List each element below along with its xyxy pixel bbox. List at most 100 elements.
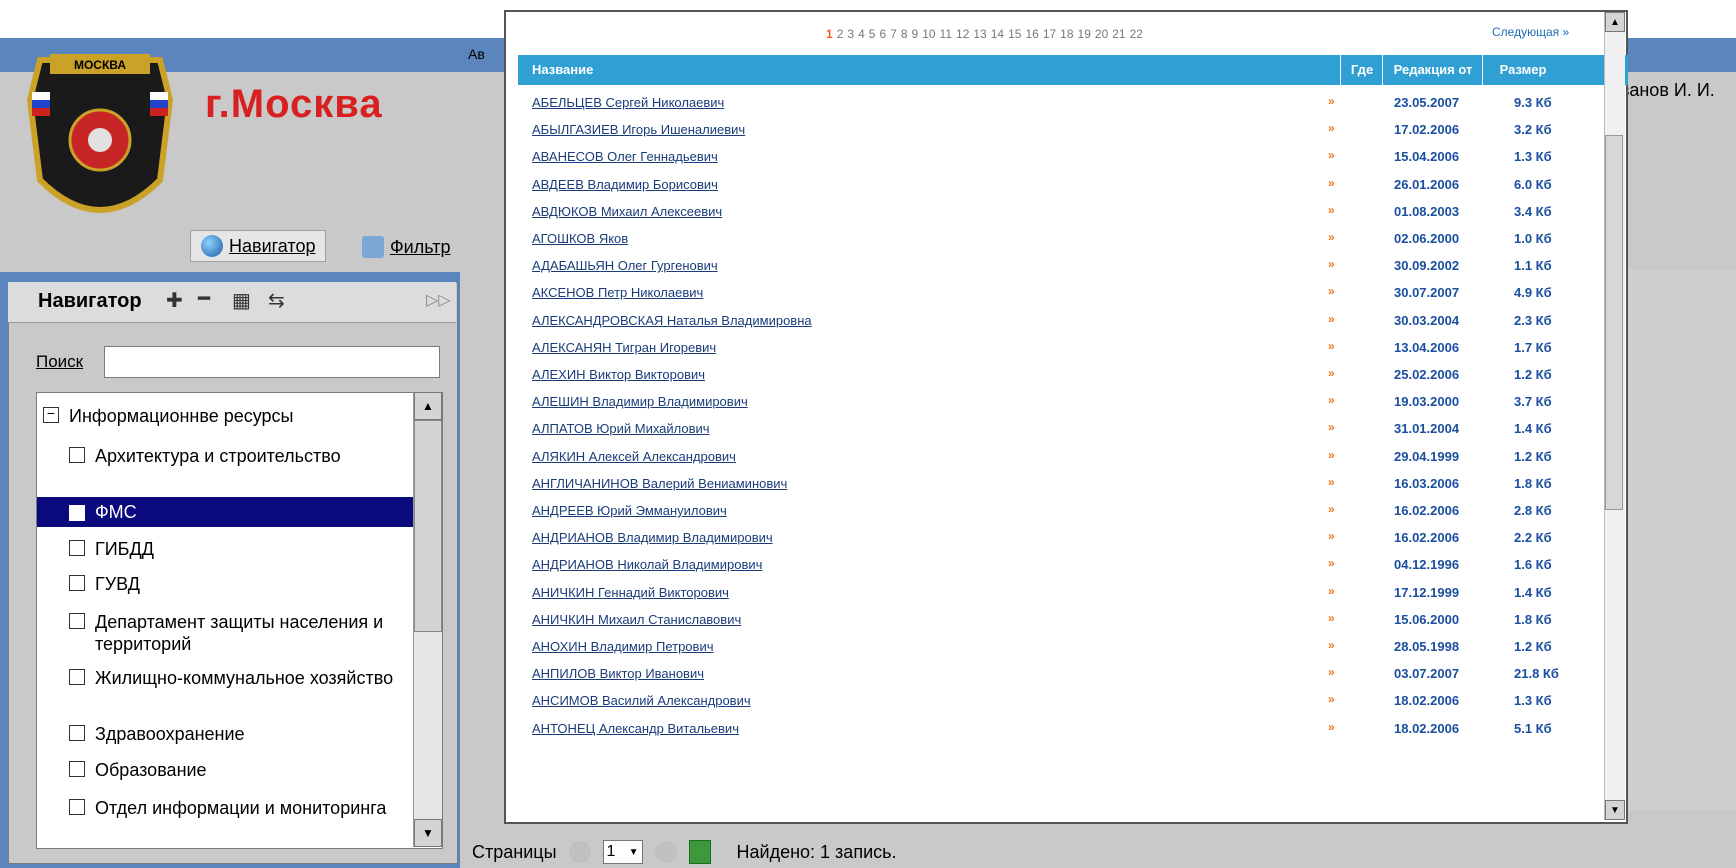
location-arrow-icon[interactable]: » — [1328, 393, 1335, 407]
person-name-link[interactable]: АГОШКОВ Яков — [532, 231, 628, 246]
column-header-size[interactable]: Размер — [1482, 55, 1563, 85]
search-input[interactable] — [104, 346, 440, 378]
scrollbar-thumb[interactable] — [414, 420, 442, 632]
page-number-link[interactable]: 7 — [890, 27, 897, 41]
page-number-link[interactable]: 9 — [912, 27, 919, 41]
page-number-link[interactable]: 8 — [901, 27, 908, 41]
checkbox[interactable] — [69, 725, 85, 741]
content-scrollbar[interactable] — [1620, 270, 1736, 810]
page-number-link[interactable]: 16 — [1025, 27, 1038, 41]
location-arrow-icon[interactable]: » — [1328, 148, 1335, 162]
page-number-link[interactable]: 15 — [1008, 27, 1021, 41]
person-name-link[interactable]: АЛЯКИН Алексей Александрович — [532, 449, 736, 464]
location-arrow-icon[interactable]: » — [1328, 94, 1335, 108]
location-arrow-icon[interactable]: » — [1328, 584, 1335, 598]
person-name-link[interactable]: АКСЕНОВ Петр Николаевич — [532, 285, 703, 300]
page-number-link[interactable]: 10 — [922, 27, 935, 41]
page-select[interactable]: 1 ▼ — [602, 840, 643, 864]
page-number-link[interactable]: 2 — [837, 27, 844, 41]
person-name-link[interactable]: АДАБАШЬЯН Олег Гургенович — [532, 258, 718, 273]
location-arrow-icon[interactable]: » — [1328, 230, 1335, 244]
location-arrow-icon[interactable]: » — [1328, 529, 1335, 543]
page-number-link[interactable]: 12 — [956, 27, 969, 41]
page-number-link[interactable]: 22 — [1130, 27, 1143, 41]
person-name-link[interactable]: АНИЧКИН Геннадий Викторович — [532, 585, 729, 600]
location-arrow-icon[interactable]: » — [1328, 339, 1335, 353]
page-number-link[interactable]: 6 — [879, 27, 886, 41]
person-name-link[interactable]: АБЫЛГАЗИЕВ Игорь Ишеналиевич — [532, 122, 745, 137]
location-arrow-icon[interactable]: » — [1328, 475, 1335, 489]
person-name-link[interactable]: АНДРИАНОВ Владимир Владимирович — [532, 530, 773, 545]
location-arrow-icon[interactable]: » — [1328, 720, 1335, 734]
person-name-link[interactable]: АНИЧКИН Михаил Станиславович — [532, 612, 741, 627]
location-arrow-icon[interactable]: » — [1328, 665, 1335, 679]
page-number-link[interactable]: 1 — [826, 27, 833, 41]
filter-button[interactable]: Фильтр — [362, 232, 450, 262]
page-number-link[interactable]: 14 — [991, 27, 1004, 41]
column-header-edition[interactable]: Редакция от — [1382, 55, 1483, 85]
page-number-link[interactable]: 21 — [1112, 27, 1125, 41]
scroll-down-icon[interactable]: ▼ — [1605, 800, 1625, 820]
location-arrow-icon[interactable]: » — [1328, 448, 1335, 462]
location-arrow-icon[interactable]: » — [1328, 176, 1335, 190]
prev-page-icon[interactable] — [568, 841, 591, 863]
expand-all-icon[interactable]: ✚ — [166, 288, 183, 313]
navigator-button[interactable]: Навигатор — [190, 230, 327, 262]
person-name-link[interactable]: АНСИМОВ Василий Александрович — [532, 693, 751, 708]
location-arrow-icon[interactable]: » — [1328, 284, 1335, 298]
person-name-link[interactable]: АЛЕШИН Владимир Владимирович — [532, 394, 748, 409]
page-number-link[interactable]: 17 — [1043, 27, 1056, 41]
location-arrow-icon[interactable]: » — [1328, 692, 1335, 706]
excel-export-icon[interactable] — [688, 840, 711, 864]
tree-item-fms[interactable]: ФМС — [37, 497, 414, 527]
popup-scrollbar-thumb[interactable] — [1605, 135, 1623, 510]
person-name-link[interactable]: АНТОНЕЦ Александр Витальевич — [532, 721, 739, 736]
person-name-link[interactable]: АБЕЛЬЦЕВ Сергей Николаевич — [532, 95, 724, 110]
page-number-link[interactable]: 18 — [1060, 27, 1073, 41]
page-number-link[interactable]: 19 — [1078, 27, 1091, 41]
page-number-link[interactable]: 13 — [973, 27, 986, 41]
person-name-link[interactable]: АЛПАТОВ Юрий Михайлович — [532, 421, 710, 436]
checkbox[interactable] — [69, 613, 85, 629]
properties-icon[interactable]: ▦ — [232, 288, 251, 313]
person-name-link[interactable]: АВДЕЕВ Владимир Борисович — [532, 177, 718, 192]
page-number-link[interactable]: 11 — [940, 27, 952, 41]
checkbox[interactable] — [69, 575, 85, 591]
person-name-link[interactable]: АВДЮКОВ Михаил Алексеевич — [532, 204, 722, 219]
collapse-node-icon[interactable]: − — [43, 406, 59, 423]
refresh-icon[interactable]: ⇆ — [268, 288, 285, 313]
checkbox[interactable] — [69, 799, 85, 815]
person-name-link[interactable]: АНГЛИЧАНИНОВ Валерий Вениаминович — [532, 476, 787, 491]
checkbox[interactable] — [69, 505, 85, 521]
location-arrow-icon[interactable]: » — [1328, 611, 1335, 625]
location-arrow-icon[interactable]: » — [1328, 556, 1335, 570]
location-arrow-icon[interactable]: » — [1328, 638, 1335, 652]
location-arrow-icon[interactable]: » — [1328, 203, 1335, 217]
collapse-panel-icon[interactable]: ▷▷ — [426, 290, 451, 310]
person-name-link[interactable]: АЛЕХИН Виктор Викторович — [532, 367, 705, 382]
person-name-link[interactable]: АНДРЕЕВ Юрий Эммануилович — [532, 503, 727, 518]
tree-item-architecture[interactable]: Архитектура и строительство — [37, 445, 414, 495]
scroll-up-icon[interactable]: ▲ — [1605, 12, 1625, 32]
checkbox[interactable] — [69, 447, 85, 463]
location-arrow-icon[interactable]: » — [1328, 366, 1335, 380]
page-number-link[interactable]: 20 — [1095, 27, 1108, 41]
scroll-up-icon[interactable]: ▲ — [414, 392, 442, 420]
person-name-link[interactable]: АНДРИАНОВ Николай Владимирович — [532, 557, 762, 572]
person-name-link[interactable]: АЛЕКСАНЯН Тигран Игоревич — [532, 340, 716, 355]
location-arrow-icon[interactable]: » — [1328, 121, 1335, 135]
checkbox[interactable] — [69, 669, 85, 685]
checkbox[interactable] — [69, 540, 85, 556]
person-name-link[interactable]: АНПИЛОВ Виктор Иванович — [532, 666, 704, 681]
tree-item-housing[interactable]: Жилищно-коммунальное хозяйство — [37, 667, 414, 713]
collapse-all-icon[interactable]: ━ — [198, 286, 210, 311]
person-name-link[interactable]: АНОХИН Владимир Петрович — [532, 639, 713, 654]
location-arrow-icon[interactable]: » — [1328, 502, 1335, 516]
person-name-link[interactable]: АЛЕКСАНДРОВСКАЯ Наталья Владимировна — [532, 313, 812, 328]
next-page-icon[interactable] — [654, 841, 677, 863]
location-arrow-icon[interactable]: » — [1328, 420, 1335, 434]
location-arrow-icon[interactable]: » — [1328, 312, 1335, 326]
tree-item-monitoring[interactable]: Отдел информации и мониторинга — [37, 797, 414, 843]
tree-scrollbar[interactable]: ▲ ▼ — [413, 392, 442, 847]
scroll-down-icon[interactable]: ▼ — [414, 819, 442, 847]
